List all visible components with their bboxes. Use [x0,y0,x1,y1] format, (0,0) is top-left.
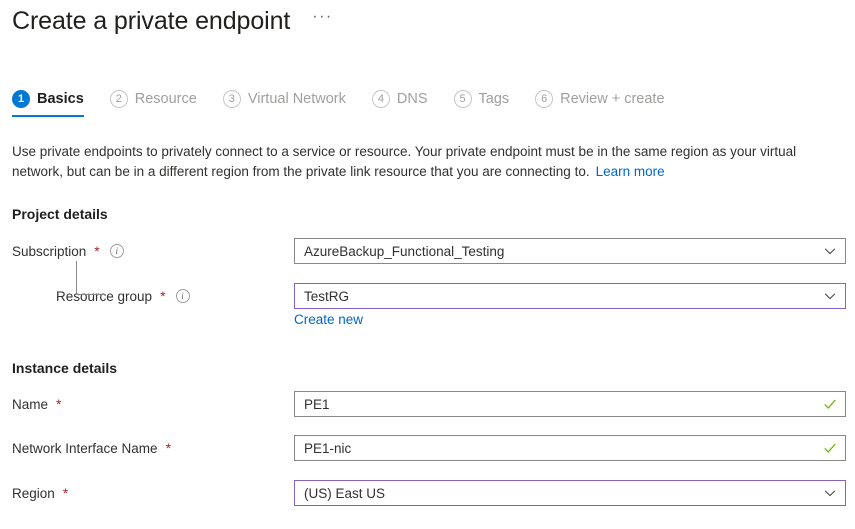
subscription-row: Subscription * i AzureBackup_Functional_… [0,238,855,264]
network-interface-name-value: PE1-nic [304,440,352,456]
name-required-asterisk: * [56,396,62,412]
info-icon[interactable]: i [175,289,190,303]
create-private-endpoint-page: Create a private endpoint ··· 1 Basics 2… [0,0,855,529]
description-text: Use private endpoints to privately conne… [12,142,837,182]
tree-connector-line [76,261,106,295]
info-icon[interactable]: i [109,244,124,258]
tab-label-virtual-network: Virtual Network [247,91,346,107]
resource-group-dropdown[interactable]: TestRG [294,283,846,309]
tab-basics[interactable]: 1 Basics [12,90,84,117]
region-dropdown[interactable]: (US) East US [294,480,846,506]
region-row: Region * (US) East US [0,480,855,506]
valid-check-icon [824,399,836,409]
resource-group-required-asterisk: * [160,288,166,304]
tab-review-create[interactable]: 6 Review + create [535,90,665,117]
network-interface-name-label: Network Interface Name [12,440,158,456]
resource-group-label-group: Resource group * i [56,261,190,309]
tab-label-basics: Basics [37,91,84,107]
network-interface-name-label-group: Network Interface Name * [12,435,171,461]
network-interface-name-required-asterisk: * [165,440,172,456]
network-interface-name-input[interactable]: PE1-nic [294,435,846,461]
title-bar: Create a private endpoint ··· [12,6,337,36]
tab-label-tags: Tags [478,91,510,107]
resource-group-row: Resource group * i TestRG [0,261,855,309]
subscription-label-group: Subscription * i [12,238,124,264]
instance-details-heading: Instance details [12,360,118,376]
tab-dns[interactable]: 4 DNS [371,90,428,117]
tab-label-dns: DNS [396,91,428,107]
chevron-down-icon [824,248,836,255]
tab-tags[interactable]: 5 Tags [453,90,510,117]
region-required-asterisk: * [62,485,69,501]
tab-number-4: 4 [371,90,390,108]
subscription-label: Subscription [12,243,87,259]
region-value: (US) East US [304,485,386,501]
chevron-down-icon [824,490,836,497]
region-label: Region [12,485,55,501]
name-input[interactable]: PE1 [294,391,846,417]
subscription-required-asterisk: * [94,243,100,259]
tab-virtual-network[interactable]: 3 Virtual Network [222,90,346,117]
project-details-heading: Project details [12,206,108,222]
learn-more-link[interactable]: Learn more [596,164,665,179]
name-label-group: Name * [12,391,61,417]
chevron-down-icon [824,293,836,300]
name-row: Name * PE1 [0,391,855,417]
page-title: Create a private endpoint [12,7,291,35]
name-label: Name [12,396,49,412]
more-options-icon[interactable]: ··· [308,9,336,25]
wizard-tabs: 1 Basics 2 Resource 3 Virtual Network 4 … [12,90,691,117]
tab-resource[interactable]: 2 Resource [109,90,197,117]
tab-number-5: 5 [453,90,472,108]
subscription-value: AzureBackup_Functional_Testing [304,243,505,259]
network-interface-name-row: Network Interface Name * PE1-nic [0,435,855,461]
tab-number-3: 3 [222,90,241,108]
name-value: PE1 [304,396,330,412]
valid-check-icon [824,443,836,453]
create-new-resource-group-link[interactable]: Create new [294,312,363,327]
description-body: Use private endpoints to privately conne… [12,144,797,179]
resource-group-value: TestRG [304,288,350,304]
tab-number-1: 1 [12,90,30,108]
tab-label-resource: Resource [134,91,197,107]
tab-number-6: 6 [535,90,554,108]
region-label-group: Region * [12,480,68,506]
subscription-dropdown[interactable]: AzureBackup_Functional_Testing [294,238,846,264]
tab-number-2: 2 [109,90,128,108]
tab-label-review-create: Review + create [560,91,665,107]
